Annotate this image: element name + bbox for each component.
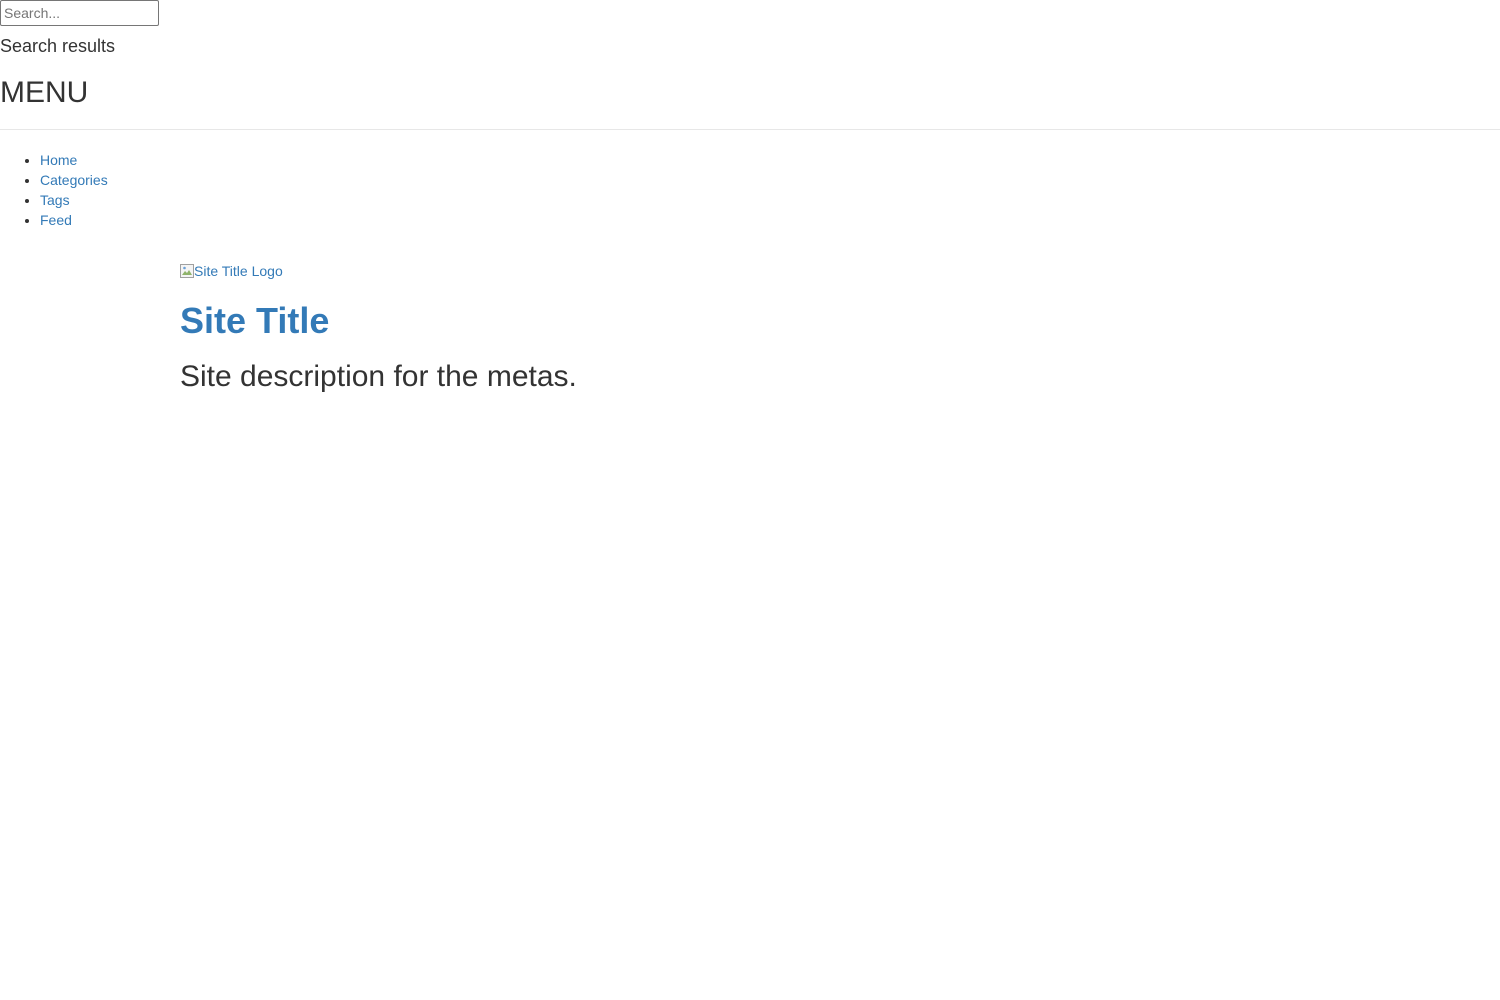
header-divider	[0, 129, 1500, 130]
nav-menu: Home Categories Tags Feed	[0, 150, 108, 230]
nav-item-categories: Categories	[40, 170, 108, 190]
nav-link-home[interactable]: Home	[40, 152, 77, 168]
site-logo-alt-text: Site Title Logo	[194, 263, 283, 279]
site-description: Site description for the metas.	[180, 360, 577, 393]
menu-heading: MENU	[0, 76, 89, 109]
search-results-label: Search results	[0, 36, 116, 56]
nav-link-categories[interactable]: Categories	[40, 172, 108, 188]
nav-link-feed[interactable]: Feed	[40, 212, 72, 228]
broken-image-icon	[180, 264, 194, 278]
nav-link-tags[interactable]: Tags	[40, 192, 70, 208]
nav-item-tags: Tags	[40, 190, 108, 210]
site-title-link[interactable]: Site Title	[180, 300, 329, 341]
nav-item-feed: Feed	[40, 210, 108, 230]
site-title: Site Title	[180, 296, 329, 346]
search-input[interactable]	[0, 0, 159, 26]
site-logo-link[interactable]: Site Title Logo	[180, 261, 283, 281]
nav-item-home: Home	[40, 150, 108, 170]
